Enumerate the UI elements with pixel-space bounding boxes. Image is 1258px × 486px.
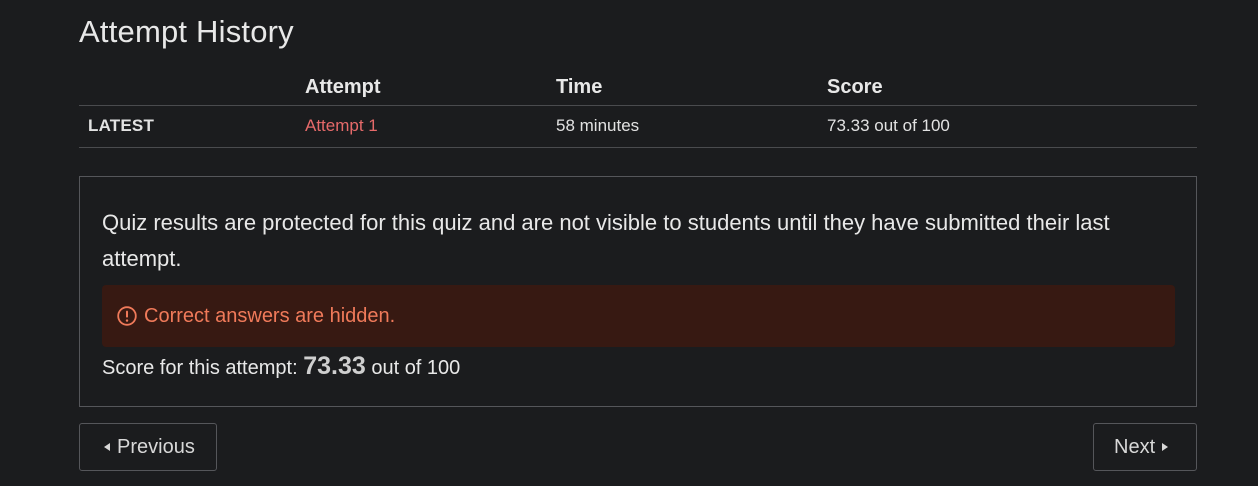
alert-text: Correct answers are hidden. xyxy=(144,304,396,327)
score-label: Score for this attempt: xyxy=(102,357,298,379)
attempt-1-link[interactable]: Attempt 1 xyxy=(305,116,378,135)
latest-label: LATEST xyxy=(79,105,305,148)
column-header-time: Time xyxy=(556,70,827,106)
attempt-history-table: Attempt Time Score LATEST Attempt 1 58 m… xyxy=(79,70,1197,148)
attempt-score-line: Score for this attempt: 73.33 out of 100 xyxy=(102,352,460,381)
next-button-label: Next xyxy=(1114,435,1156,458)
table-row: LATEST Attempt 1 58 minutes 73.33 out of… xyxy=(79,105,1197,148)
caret-right-icon xyxy=(1162,443,1169,451)
column-header-score: Score xyxy=(827,70,1197,106)
table-header-row: Attempt Time Score xyxy=(79,70,1197,106)
score-cell: 73.33 out of 100 xyxy=(827,105,1197,148)
page-title: Attempt History xyxy=(79,14,294,49)
time-cell: 58 minutes xyxy=(556,105,827,148)
next-button[interactable]: Next xyxy=(1093,423,1197,471)
score-value: 73.33 xyxy=(303,352,366,380)
exclamation-circle-icon xyxy=(117,306,137,326)
caret-left-icon xyxy=(104,443,110,451)
quiz-results-page: Attempt History Attempt Time Score LATES… xyxy=(0,0,1258,486)
results-protected-notice: Quiz results are protected for this quiz… xyxy=(102,210,1110,271)
column-header-attempt: Attempt xyxy=(305,70,556,106)
quiz-results-panel: Quiz results are protected for this quiz… xyxy=(79,176,1197,407)
previous-button-label: Previous xyxy=(117,435,195,458)
score-suffix: out of 100 xyxy=(371,357,461,379)
attempt-cell: Attempt 1 xyxy=(305,105,556,148)
correct-answers-hidden-alert: Correct answers are hidden. xyxy=(102,285,1175,347)
column-header-label xyxy=(79,70,305,106)
previous-button[interactable]: Previous xyxy=(79,423,217,471)
